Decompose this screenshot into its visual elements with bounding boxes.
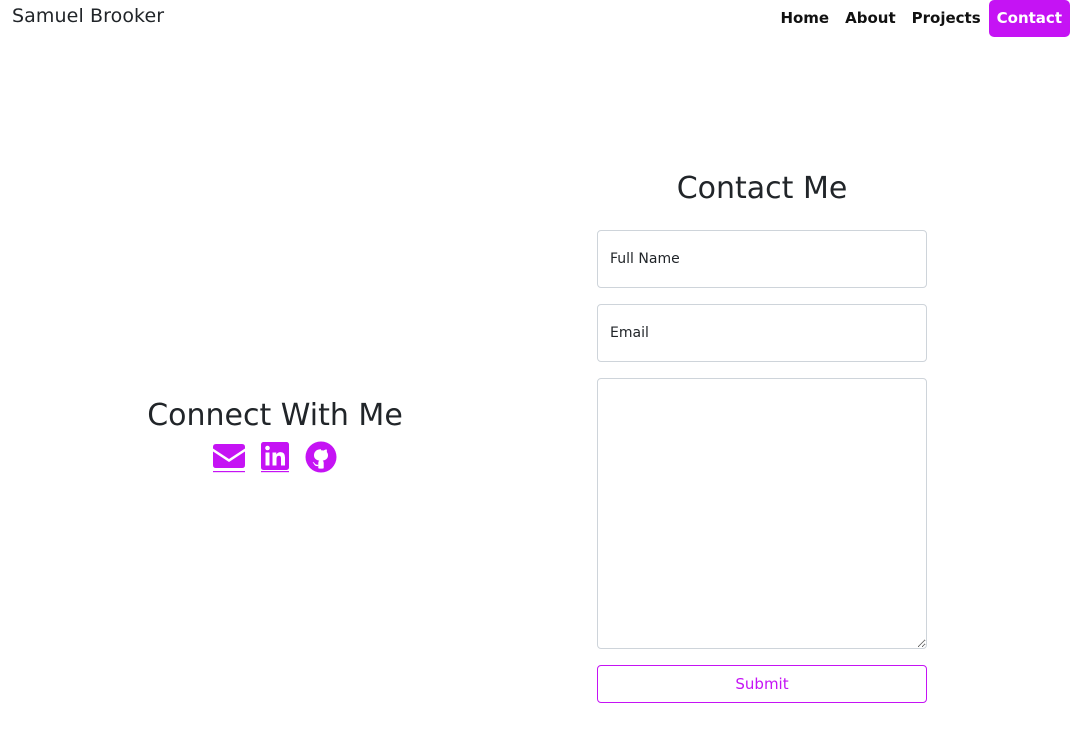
nav-about-link[interactable]: About bbox=[837, 0, 904, 37]
github-link[interactable] bbox=[303, 441, 339, 473]
contact-title: Contact Me bbox=[676, 171, 848, 206]
connect-title: Connect With Me bbox=[147, 398, 403, 433]
full-name-input[interactable] bbox=[597, 230, 927, 288]
message-textarea[interactable] bbox=[597, 378, 927, 649]
brand-link[interactable]: Samuel Brooker bbox=[12, 5, 164, 27]
email-input[interactable] bbox=[597, 304, 927, 362]
linkedin-link[interactable] bbox=[257, 441, 293, 473]
nav-home-link[interactable]: Home bbox=[772, 0, 837, 37]
submit-button[interactable]: Submit bbox=[597, 665, 927, 703]
contact-section: Contact Me Submit bbox=[597, 168, 927, 703]
nav-links: Home About Projects Contact bbox=[772, 0, 1070, 37]
nav-contact-link[interactable]: Contact bbox=[988, 0, 1070, 37]
nav-projects-link[interactable]: Projects bbox=[904, 0, 989, 37]
connect-section: Connect With Me bbox=[0, 395, 550, 473]
linkedin-icon bbox=[257, 441, 293, 473]
navbar: Samuel Brooker Home About Projects Conta… bbox=[0, 0, 1077, 37]
github-icon bbox=[303, 441, 339, 473]
social-links bbox=[0, 441, 550, 473]
envelope-icon bbox=[211, 441, 247, 473]
email-link[interactable] bbox=[211, 441, 247, 473]
